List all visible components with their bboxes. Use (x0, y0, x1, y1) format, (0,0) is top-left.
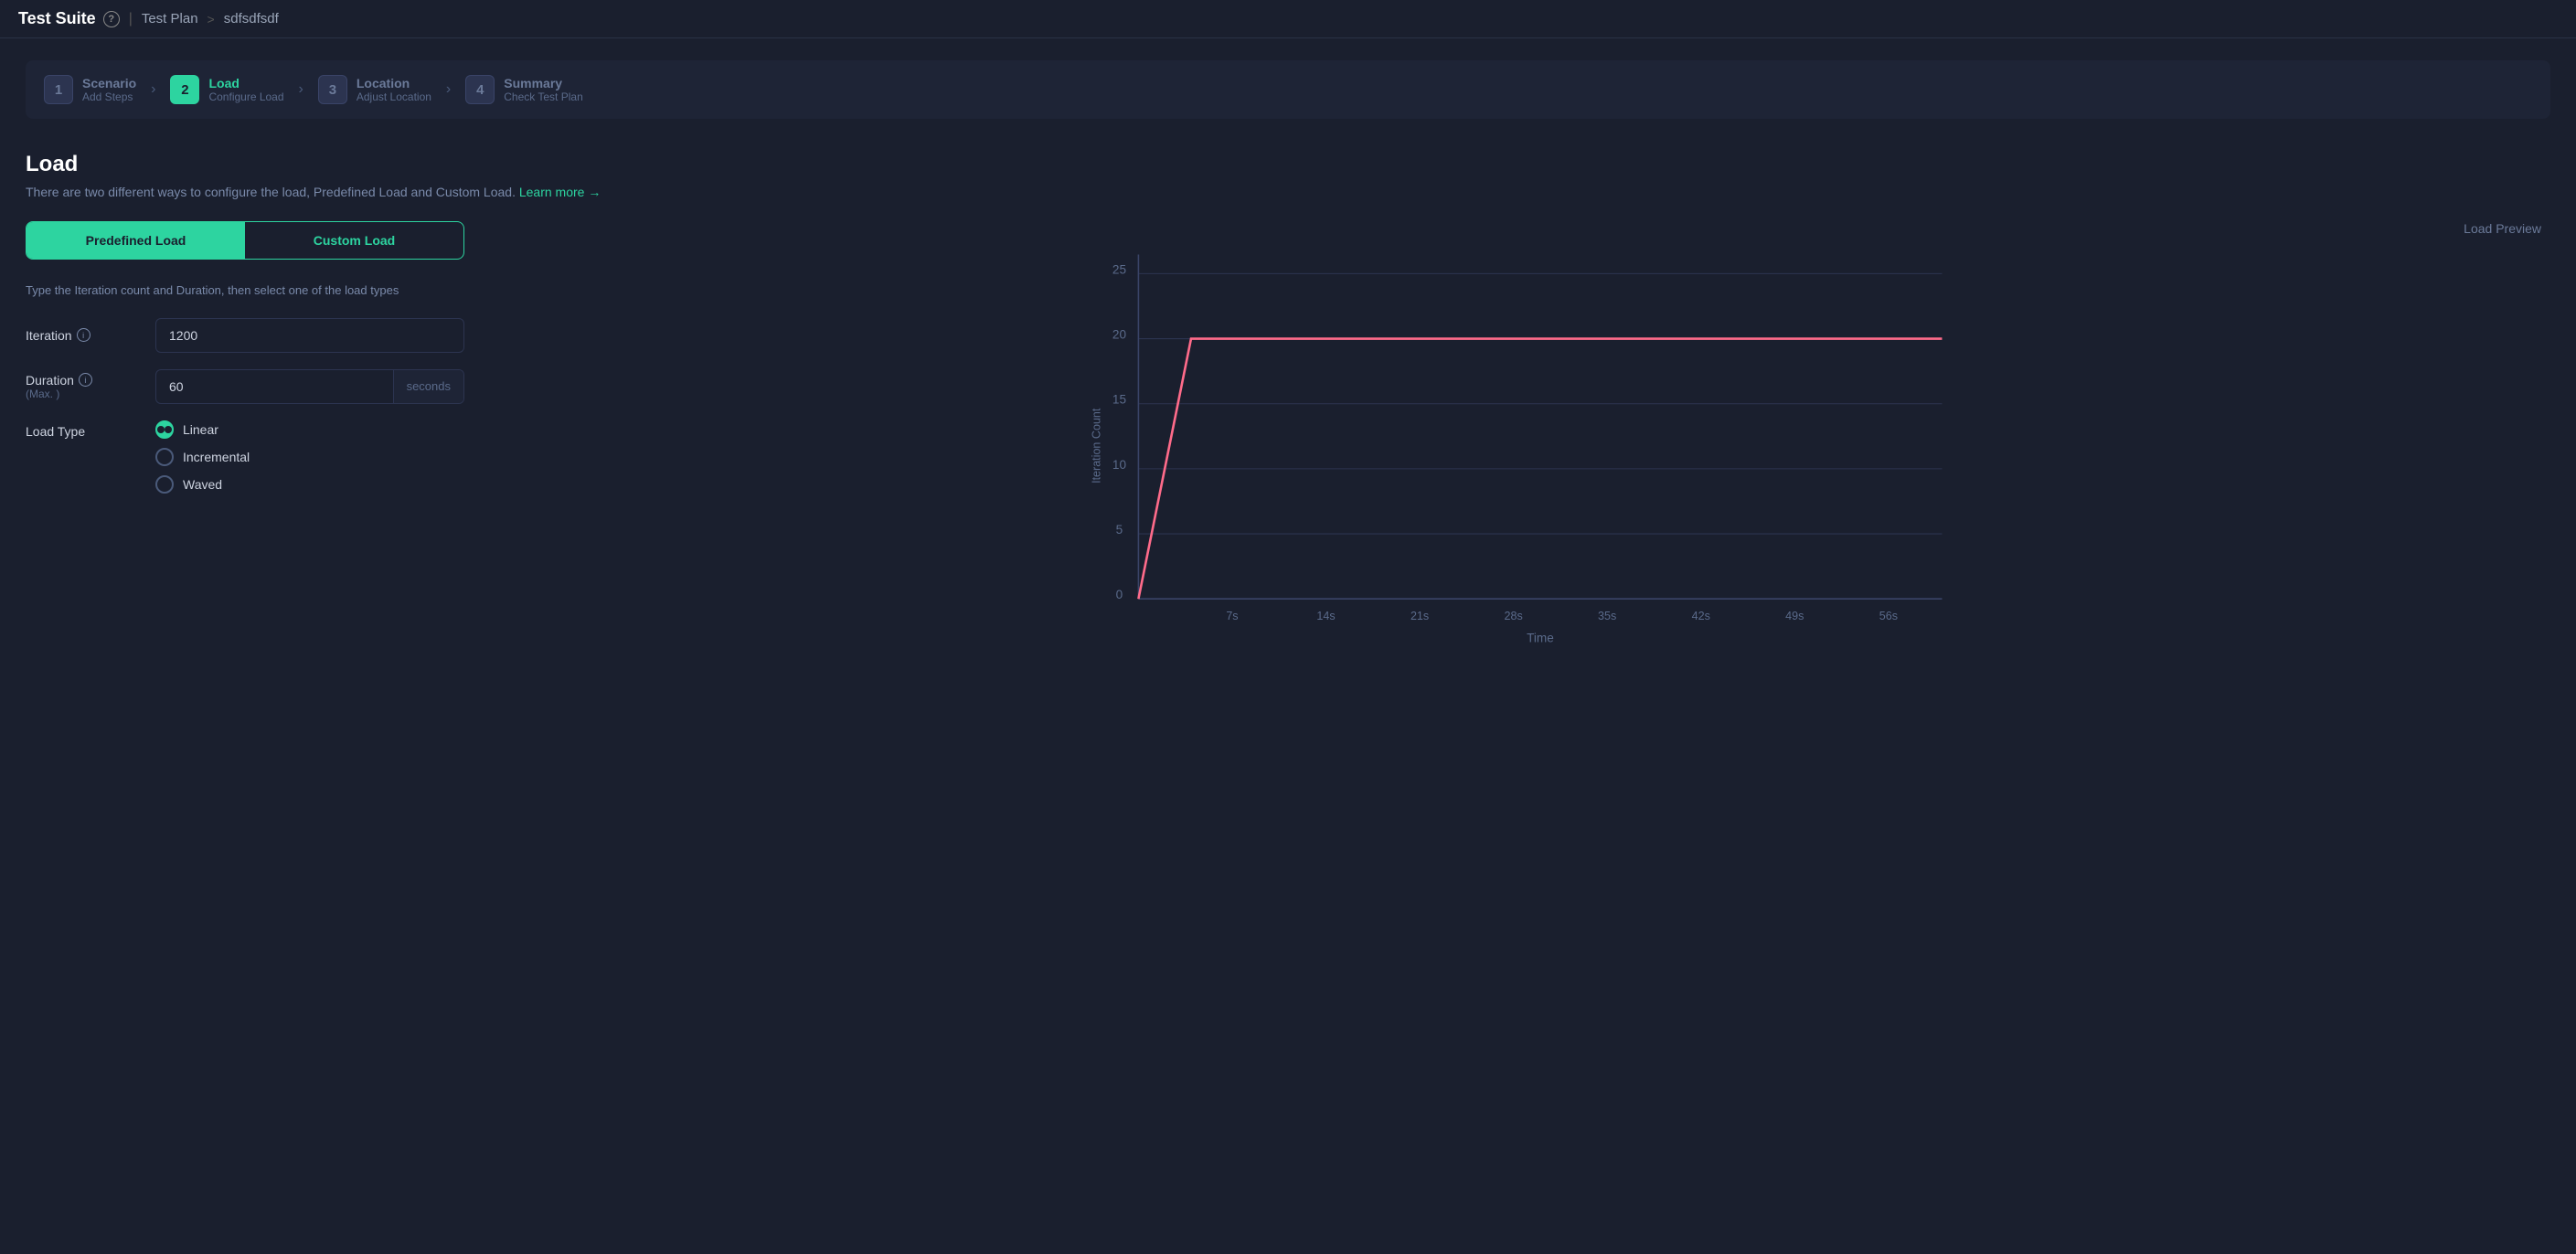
svg-text:0: 0 (1116, 588, 1123, 601)
help-icon[interactable]: ? (103, 11, 120, 27)
breadcrumb-current: sdfsdfsdf (224, 11, 279, 27)
step-3-label: Location Adjust Location (357, 76, 431, 103)
duration-label: Duration i (Max. ) (26, 373, 144, 400)
chart-svg: 0 5 10 15 20 25 Iteration Count (492, 245, 2550, 656)
radio-linear-label: Linear (183, 422, 218, 437)
step-2-label: Load Configure Load (208, 76, 283, 103)
step-2: 2 Load Configure Load (170, 75, 283, 104)
step-arrow-2: › (299, 81, 303, 98)
step-4-label: Summary Check Test Plan (504, 76, 583, 103)
breadcrumb-arrow: > (208, 12, 215, 27)
step-1-label: Scenario Add Steps (82, 76, 136, 103)
step-4-number: 4 (465, 75, 495, 104)
load-type-label: Load Type (26, 420, 144, 439)
step-1-sub: Add Steps (82, 90, 136, 103)
svg-text:10: 10 (1112, 458, 1127, 472)
header-separator: | (129, 11, 133, 27)
step-4-sub: Check Test Plan (504, 90, 583, 103)
chart-panel: Load Preview 0 5 10 15 20 25 Iteration C… (492, 221, 2550, 656)
chart-title: Load Preview (492, 221, 2550, 236)
svg-text:42s: 42s (1692, 610, 1710, 622)
learn-more-link[interactable]: Learn more → (519, 185, 601, 199)
svg-text:28s: 28s (1505, 610, 1523, 622)
page-description: There are two different ways to configur… (26, 185, 2550, 199)
radio-incremental-circle (155, 448, 174, 466)
iteration-input[interactable] (155, 318, 464, 353)
tab-bar: Predefined Load Custom Load (26, 221, 464, 260)
radio-incremental-label: Incremental (183, 450, 250, 464)
radio-waved[interactable]: Waved (155, 475, 250, 494)
form-description: Type the Iteration count and Duration, t… (26, 282, 464, 300)
svg-text:Iteration Count: Iteration Count (1091, 408, 1103, 484)
svg-text:Time: Time (1527, 631, 1554, 644)
svg-text:21s: 21s (1410, 610, 1429, 622)
iteration-row: Iteration i (26, 318, 464, 353)
radio-waved-label: Waved (183, 477, 222, 492)
app-title: Test Suite ? (18, 9, 120, 28)
iteration-label: Iteration i (26, 328, 144, 343)
content-area: Predefined Load Custom Load Type the Ite… (26, 221, 2550, 656)
radio-incremental[interactable]: Incremental (155, 448, 250, 466)
duration-row: Duration i (Max. ) seconds (26, 369, 464, 404)
svg-text:20: 20 (1112, 328, 1127, 342)
svg-text:49s: 49s (1785, 610, 1804, 622)
radio-linear[interactable]: Linear (155, 420, 250, 439)
tab-custom-load[interactable]: Custom Load (245, 222, 463, 259)
step-4: 4 Summary Check Test Plan (465, 75, 583, 104)
step-2-sub: Configure Load (208, 90, 283, 103)
svg-text:35s: 35s (1598, 610, 1616, 622)
tab-predefined-load[interactable]: Predefined Load (27, 222, 245, 259)
duration-info-icon[interactable]: i (79, 373, 92, 387)
step-3-number: 3 (318, 75, 347, 104)
radio-waved-circle (155, 475, 174, 494)
step-2-title: Load (208, 76, 283, 90)
radio-group: Linear Incremental Waved (155, 420, 250, 494)
chart-container: 0 5 10 15 20 25 Iteration Count (492, 245, 2550, 656)
step-arrow-1: › (151, 81, 155, 98)
page-title: Load (26, 152, 2550, 177)
step-1-title: Scenario (82, 76, 136, 90)
breadcrumb-plan: Test Plan (142, 11, 198, 27)
svg-text:25: 25 (1112, 262, 1126, 276)
radio-linear-circle (155, 420, 174, 439)
duration-suffix: seconds (393, 370, 463, 403)
step-arrow-3: › (446, 81, 451, 98)
left-panel: Predefined Load Custom Load Type the Ite… (26, 221, 464, 656)
duration-input-wrapper: seconds (155, 369, 464, 404)
step-3-title: Location (357, 76, 431, 90)
svg-text:5: 5 (1116, 523, 1123, 537)
svg-text:14s: 14s (1316, 610, 1335, 622)
step-3-sub: Adjust Location (357, 90, 431, 103)
header: Test Suite ? | Test Plan > sdfsdfsdf (0, 0, 2576, 38)
step-1: 1 Scenario Add Steps (44, 75, 136, 104)
svg-text:15: 15 (1112, 393, 1126, 407)
step-3: 3 Location Adjust Location (318, 75, 431, 104)
main-container: 1 Scenario Add Steps › 2 Load Configure … (0, 38, 2576, 678)
svg-text:7s: 7s (1226, 610, 1238, 622)
duration-input[interactable] (156, 370, 393, 403)
step-4-title: Summary (504, 76, 583, 90)
title-text: Test Suite (18, 9, 96, 28)
step-1-number: 1 (44, 75, 73, 104)
load-type-row: Load Type Linear Incremental Wave (26, 420, 464, 494)
svg-text:56s: 56s (1879, 610, 1898, 622)
stepper: 1 Scenario Add Steps › 2 Load Configure … (26, 60, 2550, 119)
step-2-number: 2 (170, 75, 199, 104)
iteration-info-icon[interactable]: i (77, 328, 90, 342)
